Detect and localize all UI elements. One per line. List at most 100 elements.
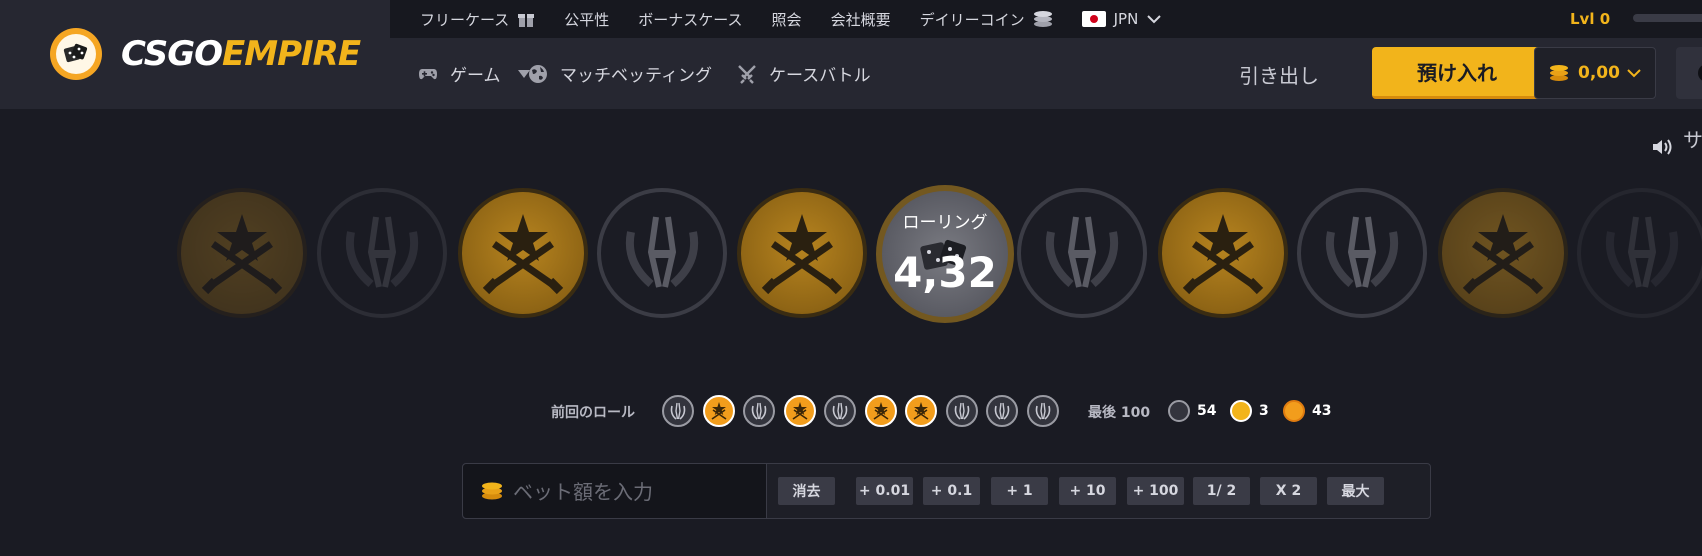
last-100-label: 最後 100 xyxy=(1088,405,1151,421)
chevron-down-icon xyxy=(1627,69,1641,78)
history-t-coin xyxy=(905,395,937,427)
history-ct-coin xyxy=(986,395,1018,427)
ct-emblem-icon xyxy=(1035,402,1051,420)
nav-games[interactable]: ゲーム xyxy=(418,38,531,109)
nav-case-battle-label: ケースバトル xyxy=(769,66,871,86)
topbar-link-referral[interactable]: 照会 xyxy=(772,9,802,30)
bet-button[interactable]: + 1 xyxy=(991,477,1048,505)
rolling-label: ローリング xyxy=(902,213,988,233)
coins-icon xyxy=(1033,11,1052,27)
ct-emblem-icon xyxy=(670,402,686,420)
t-emblem-icon xyxy=(1182,214,1264,295)
sound-icon[interactable] xyxy=(1652,138,1674,156)
topbar-link-label: フリーケース xyxy=(420,10,510,29)
history-ct-coin xyxy=(946,395,978,427)
ct-emblem-icon xyxy=(346,216,418,288)
topbar-link-daily-coin[interactable]: デイリーコイン xyxy=(920,9,1053,30)
ct-emblem-icon xyxy=(994,402,1010,420)
history-t-coin xyxy=(784,395,816,427)
bet-amount-input[interactable] xyxy=(511,475,755,509)
gamepad-icon xyxy=(419,68,437,79)
t-emblem-icon xyxy=(792,402,808,420)
nav-match-betting[interactable]: マッチベッティング xyxy=(528,38,712,109)
ct-stat-icon xyxy=(1168,400,1190,422)
history-t-coin xyxy=(703,395,735,427)
coins-icon xyxy=(1550,65,1568,81)
nav-case-battle[interactable]: ケースバトル xyxy=(737,38,871,109)
roulette-ct-coin xyxy=(1017,188,1147,318)
topbar-link-label: 会社概要 xyxy=(830,10,891,29)
history-ct-coin xyxy=(662,395,694,427)
balance-value: 0,00 xyxy=(1578,63,1620,83)
roulette-ct-coin xyxy=(317,188,447,318)
chevron-down-icon xyxy=(1147,15,1162,24)
language-selector[interactable]: JPN xyxy=(1081,10,1163,28)
ct-emblem-icon xyxy=(626,216,698,288)
coins-icon xyxy=(482,482,502,500)
language-label: JPN xyxy=(1113,10,1139,28)
roulette-ct-coin xyxy=(597,188,727,318)
t-emblem-icon xyxy=(711,402,727,420)
level-progress-bar xyxy=(1633,14,1702,22)
t-count: 43 xyxy=(1312,403,1332,419)
topbar-link-label: 公平性 xyxy=(564,10,610,29)
bet-button[interactable]: 最大 xyxy=(1327,477,1384,505)
t-emblem-icon xyxy=(913,402,929,420)
topbar-link-bonus-case[interactable]: ボーナスケース xyxy=(638,9,742,30)
bonus-dice-stat-icon xyxy=(1230,400,1252,422)
ct-emblem-icon xyxy=(832,402,848,420)
ct-emblem-icon xyxy=(1326,216,1398,288)
sound-label: サ xyxy=(1683,128,1702,152)
bet-button[interactable]: X 2 xyxy=(1260,477,1317,505)
topbar-link-fairness[interactable]: 公平性 xyxy=(564,9,609,30)
bet-controls: 消去 + 0.01 + 0.1 + 1 + 10 + 100 1/ 2 X 2 最大 xyxy=(462,463,1431,519)
gift-icon xyxy=(518,14,535,27)
brand-part1: CSGO xyxy=(121,34,223,74)
bet-button[interactable]: + 0.01 xyxy=(856,477,913,505)
t-emblem-icon xyxy=(482,214,564,295)
ct-count: 54 xyxy=(1197,403,1217,419)
t-emblem-icon xyxy=(761,214,843,295)
ct-emblem-icon xyxy=(1606,216,1678,288)
brand-logo-text: CSGOEMPIRE xyxy=(121,34,361,74)
top-bar: フリーケース 公平性 ボーナスケース 照会 会社概要 デイリーコイン JPN xyxy=(390,0,1702,38)
history-ct-coin xyxy=(743,395,775,427)
roulette-ct-coin xyxy=(1297,188,1427,318)
history-t-coin xyxy=(865,395,897,427)
japan-flag-icon xyxy=(1081,11,1106,27)
roulette-t-coin xyxy=(737,188,867,318)
t-emblem-icon xyxy=(201,214,283,295)
topbar-link-label: 照会 xyxy=(771,10,802,29)
roulette-t-coin xyxy=(458,188,588,318)
logo-area[interactable]: CSGOEMPIRE xyxy=(0,0,390,109)
bet-button[interactable]: + 100 xyxy=(1127,477,1184,505)
swords-icon xyxy=(738,64,756,84)
history-ct-coin xyxy=(824,395,856,427)
bet-button[interactable]: + 0.1 xyxy=(923,477,980,505)
rolling-countdown: 4,32 xyxy=(893,248,997,297)
profile-button[interactable] xyxy=(1676,47,1702,99)
topbar-link-label: ボーナスケース xyxy=(638,10,743,29)
topbar-link-free-case[interactable]: フリーケース xyxy=(420,9,535,30)
bet-button[interactable]: + 10 xyxy=(1059,477,1116,505)
nav-games-label: ゲーム xyxy=(450,66,501,86)
bet-amount-field xyxy=(463,464,767,518)
withdraw-link[interactable]: 引き出し xyxy=(1239,60,1319,89)
previous-rolls-label: 前回のロール xyxy=(551,405,635,421)
bet-button[interactable]: 消去 xyxy=(778,477,835,505)
t-emblem-icon xyxy=(873,402,889,420)
topbar-link-about[interactable]: 会社概要 xyxy=(831,9,891,30)
roulette-t-coin xyxy=(1158,188,1288,318)
roulette-ct-coin xyxy=(1577,188,1702,318)
balance-dropdown[interactable]: 0,00 xyxy=(1534,47,1656,99)
deposit-button[interactable]: 預け入れ xyxy=(1372,47,1542,99)
main-nav: ゲーム マッチベッティング ケースバトル 引き出し 預け入れ 0,00 xyxy=(390,38,1702,109)
globe-icon xyxy=(529,64,547,83)
roulette-t-coin xyxy=(1438,188,1568,318)
nav-match-betting-label: マッチベッティング xyxy=(560,66,712,86)
level-label: Lvl 0 xyxy=(1570,10,1611,28)
bet-button[interactable]: 1/ 2 xyxy=(1193,477,1250,505)
topbar-link-label: デイリーコイン xyxy=(919,10,1025,29)
ct-emblem-icon xyxy=(1046,216,1118,288)
t-stat-icon xyxy=(1283,400,1305,422)
